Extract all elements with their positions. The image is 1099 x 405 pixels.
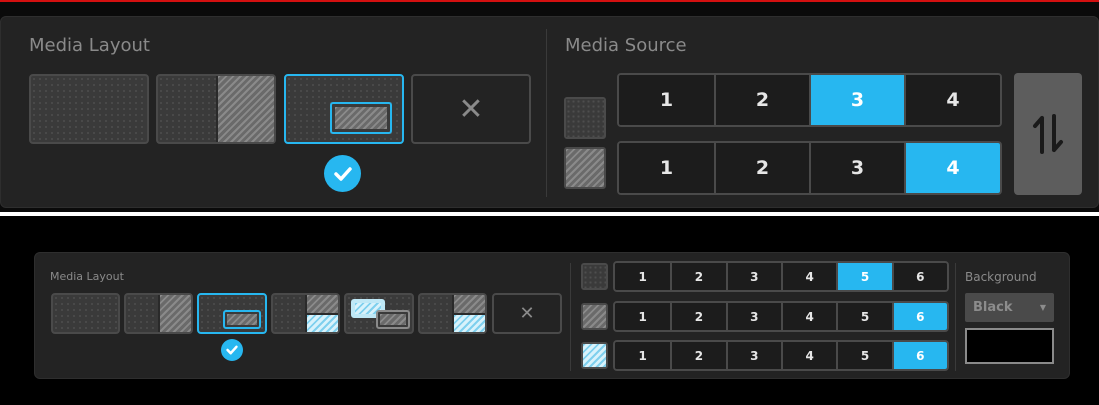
row2-btn-4[interactable]: 4 [781, 303, 837, 330]
source-row-1: 1 2 3 4 5 6 [613, 261, 949, 292]
source-1-button-1[interactable]: 1 [619, 75, 714, 125]
row3-btn-2[interactable]: 2 [670, 342, 726, 369]
row2-btn-2[interactable]: 2 [670, 303, 726, 330]
layout-pip-icon[interactable] [284, 74, 404, 144]
media-source-label: Media Source [565, 35, 687, 56]
close-icon: ✕ [519, 303, 535, 324]
row2-btn-3[interactable]: 3 [725, 303, 781, 330]
checkmark-icon [221, 339, 243, 361]
row1-btn-4[interactable]: 4 [781, 263, 837, 290]
background-color-swatch[interactable] [965, 328, 1054, 364]
bottom-separator-2 [955, 263, 956, 371]
source-1-button-2[interactable]: 2 [713, 75, 809, 125]
row1-btn-1[interactable]: 1 [615, 263, 671, 290]
layout-none-button[interactable]: ✕ [492, 293, 562, 334]
source-row-3: 1 2 3 4 5 6 [613, 340, 949, 371]
row1-btn-5[interactable]: 5 [836, 263, 892, 290]
row3-btn-6[interactable]: 6 [891, 342, 947, 369]
source-dots-icon [581, 263, 608, 290]
row3-btn-4[interactable]: 4 [781, 342, 837, 369]
source-row-2: 1 2 3 4 [617, 141, 1002, 195]
layout-fullscreen-icon[interactable] [29, 74, 149, 144]
layout-split-icon[interactable] [124, 293, 193, 334]
layout-pip-icon[interactable] [197, 293, 267, 334]
source-1-button-4[interactable]: 4 [904, 75, 1000, 125]
source-row-1: 1 2 3 4 [617, 73, 1002, 127]
top-separator [546, 29, 547, 197]
close-icon: ✕ [458, 91, 484, 127]
source-row-2: 1 2 3 4 5 6 [613, 301, 949, 332]
pip-hatch [335, 107, 387, 129]
top-panel: Media Layout Media Source ✕ 1 2 3 4 1 2 … [0, 16, 1099, 208]
row3-btn-3[interactable]: 3 [725, 342, 781, 369]
swap-button[interactable] [1014, 73, 1082, 195]
source-2-button-2[interactable]: 2 [713, 143, 809, 193]
pip-window [330, 102, 392, 134]
background-dropdown[interactable]: Black ▼ [965, 293, 1054, 322]
row2-btn-1[interactable]: 1 [615, 303, 671, 330]
source-2-button-4[interactable]: 4 [904, 143, 1000, 193]
row2-btn-5[interactable]: 5 [836, 303, 892, 330]
source-dots-icon [564, 97, 606, 139]
layout-triple-icon[interactable] [271, 293, 340, 334]
media-layout-label-small: Media Layout [50, 270, 124, 283]
bottom-panel: Media Layout ✕ 1 2 3 4 5 6 1 2 3 4 5 6 1… [34, 252, 1070, 379]
source-2-button-3[interactable]: 3 [809, 143, 905, 193]
split-hatch-half [218, 76, 274, 142]
row1-btn-6[interactable]: 6 [891, 263, 947, 290]
row3-btn-1[interactable]: 1 [615, 342, 671, 369]
row1-btn-3[interactable]: 3 [725, 263, 781, 290]
background-value: Black [973, 300, 1013, 315]
background-label: Background [965, 270, 1037, 284]
bottom-separator-1 [570, 263, 571, 371]
source-hatch-icon [564, 147, 606, 189]
layout-none-button[interactable]: ✕ [411, 74, 531, 144]
row2-btn-6[interactable]: 6 [891, 303, 947, 330]
row3-btn-5[interactable]: 5 [836, 342, 892, 369]
layout-fullscreen-icon[interactable] [51, 293, 120, 334]
layout-split-icon[interactable] [156, 74, 276, 144]
swap-icon [1033, 114, 1063, 154]
layout-quad-icon[interactable] [418, 293, 487, 334]
dropdown-caret-icon: ▼ [1039, 303, 1046, 312]
media-layout-label: Media Layout [29, 35, 150, 56]
checkmark-icon [324, 155, 361, 192]
source-2-button-1[interactable]: 1 [619, 143, 714, 193]
layout-dual-pip-icon[interactable] [344, 293, 414, 334]
source-hatch-icon [581, 303, 608, 330]
source-1-button-3[interactable]: 3 [809, 75, 905, 125]
source-blue-hatch-icon [581, 342, 608, 369]
row1-btn-2[interactable]: 2 [670, 263, 726, 290]
